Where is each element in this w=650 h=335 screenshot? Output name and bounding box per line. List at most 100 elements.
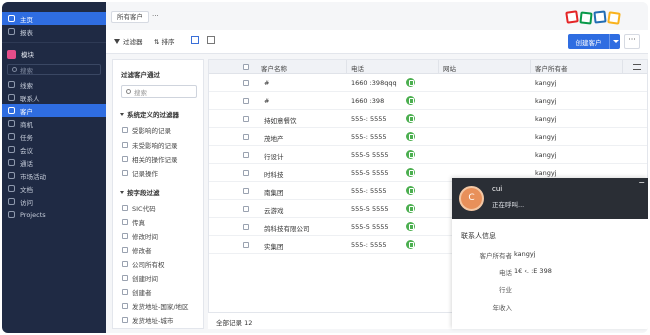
phone-icon[interactable] (406, 78, 415, 87)
filter-option[interactable]: 创建者 (122, 287, 152, 297)
sidebar-item-calls[interactable]: 通话 (2, 156, 106, 169)
row-checkbox[interactable] (243, 98, 249, 104)
checkbox[interactable] (122, 289, 128, 295)
sidebar-item-reports[interactable]: 报表 (2, 25, 106, 38)
sidebar-item-visits[interactable]: 访问 (2, 195, 106, 208)
row-checkbox[interactable] (243, 152, 249, 158)
chevron-down-icon[interactable] (609, 34, 620, 49)
tab-more-button[interactable]: ··· (152, 11, 159, 22)
field-filters-section[interactable]: 按字段过滤 (120, 187, 160, 197)
checkbox[interactable] (122, 303, 128, 309)
column-header-phone[interactable]: 电话 (351, 63, 364, 73)
filter-option[interactable]: 公司所有权 (122, 259, 165, 269)
phone-cell[interactable]: 555-5 5555 (351, 205, 389, 213)
column-header-owner[interactable]: 客户所有者 (535, 63, 568, 73)
checkbox[interactable] (122, 205, 128, 211)
tab-all-accounts[interactable]: 所有客户 (111, 11, 149, 23)
sidebar-item-meetings[interactable]: 会议 (2, 143, 106, 156)
phone-cell[interactable]: 1660 :398qqq (351, 79, 397, 87)
filter-option[interactable]: 未受影响的记录 (122, 140, 178, 150)
filter-button[interactable]: 过滤器 (114, 36, 143, 46)
filter-option[interactable]: 相关的操作记录 (122, 154, 178, 164)
create-account-button[interactable]: 创建客户 (568, 34, 620, 49)
phone-cell[interactable]: 555-5 5555 (351, 223, 389, 231)
account-name-cell[interactable]: # (264, 97, 269, 105)
sidebar-item-documents[interactable]: 文档 (2, 182, 106, 195)
checkbox[interactable] (122, 233, 128, 239)
sidebar-item-projects[interactable]: Projects (2, 208, 106, 221)
sidebar-item-tasks[interactable]: 任务 (2, 130, 106, 143)
filter-option[interactable]: 修改时间 (122, 231, 158, 241)
phone-icon[interactable] (406, 168, 415, 177)
filter-option[interactable]: 发货地址-国家/地区 (122, 301, 189, 311)
phone-icon[interactable] (406, 132, 415, 141)
select-all-checkbox[interactable] (243, 64, 249, 70)
sidebar-item-home[interactable]: 主页 (2, 12, 106, 25)
column-header-website[interactable]: 网站 (443, 63, 456, 73)
row-checkbox[interactable] (243, 134, 249, 140)
table-row[interactable]: 行设计 555-5 5555 kangyj (209, 146, 647, 164)
row-checkbox[interactable] (243, 242, 249, 248)
checkbox[interactable] (122, 170, 128, 176)
column-header-account-name[interactable]: 客户名称 (261, 63, 287, 73)
sidebar-item-deals[interactable]: 商机 (2, 117, 106, 130)
account-name-cell[interactable]: # (264, 79, 269, 87)
row-checkbox[interactable] (243, 170, 249, 176)
account-name-cell[interactable]: 持如意餐饮 (264, 115, 297, 125)
table-row[interactable]: #1660 :398qqq kangyj (209, 74, 647, 92)
filter-option[interactable]: 记录操作 (122, 168, 158, 178)
sidebar-search-input[interactable]: 搜索 (7, 64, 101, 75)
row-checkbox[interactable] (243, 116, 249, 122)
phone-cell[interactable]: 1660 :398 (351, 97, 384, 105)
phone-cell[interactable]: 555-: 5555 (351, 115, 387, 123)
filter-option[interactable]: SIC代码 (122, 203, 156, 213)
checkbox[interactable] (122, 275, 128, 281)
checkbox[interactable] (122, 219, 128, 225)
sidebar-item-campaigns[interactable]: 市场活动 (2, 169, 106, 182)
phone-icon[interactable] (406, 222, 415, 231)
checkbox[interactable] (122, 247, 128, 253)
column-settings-icon[interactable] (633, 64, 641, 70)
sidebar-item-leads[interactable]: 线索 (2, 78, 106, 91)
filter-option[interactable]: 发货地址-城市 (122, 315, 173, 325)
row-checkbox[interactable] (243, 224, 249, 230)
sidebar-item-contacts[interactable]: 联系人 (2, 91, 106, 104)
phone-icon[interactable] (406, 114, 415, 123)
sort-button[interactable]: ⇅ 排序 (154, 36, 175, 46)
phone-icon[interactable] (406, 240, 415, 249)
system-filters-section[interactable]: 系统定义的过滤器 (120, 109, 179, 119)
filter-option[interactable]: 修改者 (122, 245, 152, 255)
modules-header[interactable]: 模块 (2, 47, 106, 61)
filter-option[interactable]: 受影响的记录 (122, 125, 171, 135)
phone-icon[interactable] (406, 96, 415, 105)
phone-cell[interactable]: 555-5 5555 (351, 151, 389, 159)
account-name-cell[interactable]: 实集团 (264, 241, 284, 251)
filter-option[interactable]: 传真 (122, 217, 145, 227)
checkbox[interactable] (122, 127, 128, 133)
grid-view-icon[interactable] (207, 36, 215, 44)
sidebar-item-accounts[interactable]: 客户 (2, 104, 106, 117)
account-name-cell[interactable]: 鸽科技有限公司 (264, 223, 310, 233)
account-name-cell[interactable]: 云游戏 (264, 205, 284, 215)
row-checkbox[interactable] (243, 80, 249, 86)
phone-cell[interactable]: 555-: 5555 (351, 241, 387, 249)
row-checkbox[interactable] (243, 188, 249, 194)
phone-cell[interactable]: 555-5 5555 (351, 169, 389, 177)
account-name-cell[interactable]: 南集团 (264, 187, 284, 197)
table-row[interactable]: 持如意餐饮 555-: 5555 kangyj (209, 110, 647, 128)
phone-icon[interactable] (406, 150, 415, 159)
table-row[interactable]: 茂地产 555-: 5555 kangyj (209, 128, 647, 146)
checkbox[interactable] (122, 142, 128, 148)
account-name-cell[interactable]: 茂地产 (264, 133, 284, 143)
checkbox[interactable] (122, 261, 128, 267)
phone-icon[interactable] (406, 204, 415, 213)
table-row[interactable]: #1660 :398 kangyj (209, 92, 647, 110)
filter-search-input[interactable]: 搜索 (121, 85, 197, 98)
filter-option[interactable]: 创建时间 (122, 273, 158, 283)
checkbox[interactable] (122, 156, 128, 162)
more-actions-button[interactable]: ··· (624, 34, 640, 49)
minimize-button[interactable]: − (638, 178, 645, 187)
row-checkbox[interactable] (243, 206, 249, 212)
phone-cell[interactable]: 555-: 5555 (351, 133, 387, 141)
account-name-cell[interactable]: 时科技 (264, 169, 284, 179)
